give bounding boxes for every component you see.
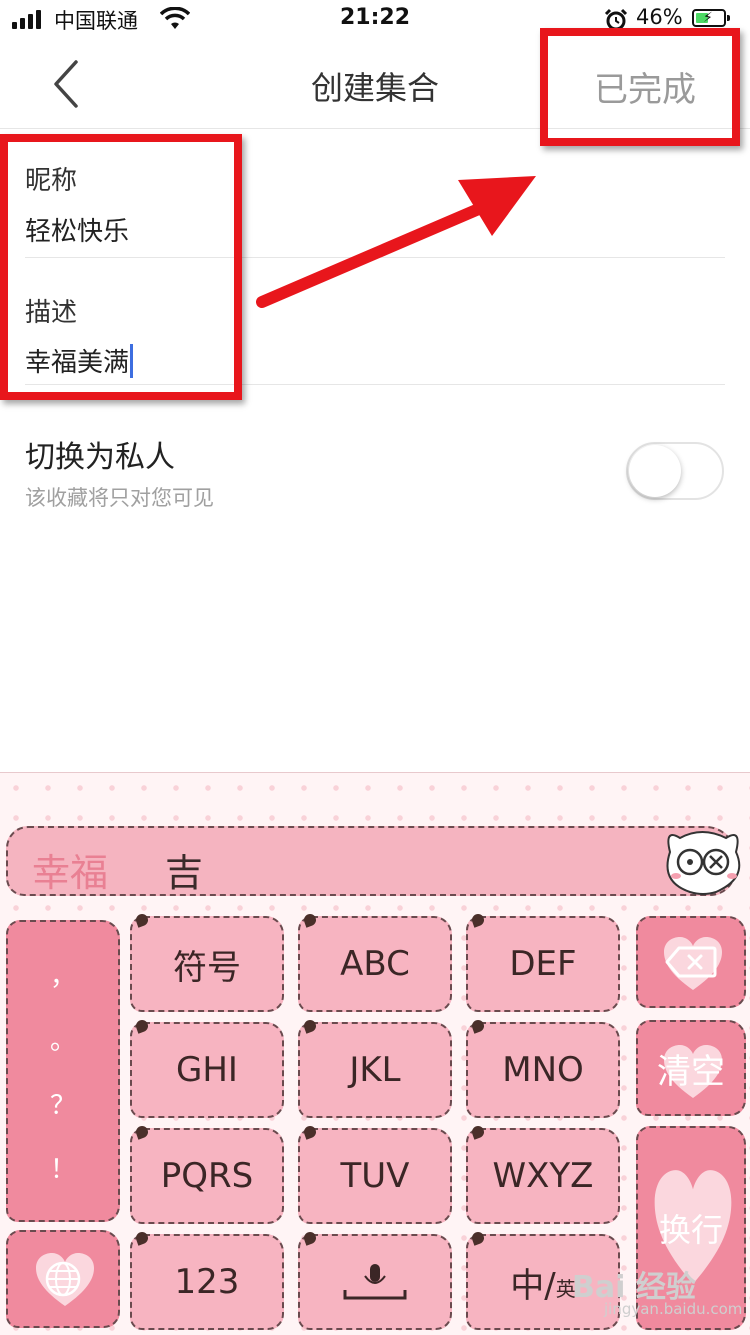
candidate-word[interactable]: 幸福	[32, 842, 108, 897]
punctuation-key[interactable]: 。	[50, 1020, 76, 1057]
key-label: 中/	[510, 1265, 556, 1306]
private-toggle-hint: 该收藏将只对您可见	[25, 486, 214, 510]
key-tuv[interactable]: TUV	[298, 1124, 452, 1224]
key-label: TUV	[340, 1156, 410, 1196]
key-def[interactable]: DEF	[466, 912, 620, 1012]
highlight-box-done	[540, 28, 740, 146]
key-pqrs[interactable]: PQRS	[130, 1124, 284, 1224]
key-wxyz[interactable]: WXYZ	[466, 1124, 620, 1224]
key-ghi[interactable]: GHI	[130, 1018, 284, 1118]
key-label: DEF	[509, 944, 577, 984]
charging-icon: ⚡	[703, 10, 713, 26]
key-voice[interactable]	[298, 1230, 452, 1330]
key-123[interactable]: 123	[130, 1230, 284, 1330]
key-abc[interactable]: ABC	[298, 912, 452, 1012]
key-label: JKL	[349, 1050, 401, 1090]
key-label: 符号	[173, 947, 241, 988]
punctuation-key[interactable]: ，	[50, 956, 76, 993]
enter-key-label: 换行	[658, 1211, 723, 1249]
key-jkl[interactable]: JKL	[298, 1018, 452, 1118]
private-toggle-label: 切换为私人	[25, 440, 175, 475]
clear-key-label: 清空	[657, 1051, 725, 1092]
key-label: GHI	[176, 1050, 238, 1090]
battery-percent: 46%	[636, 5, 683, 29]
key-label: PQRS	[160, 1156, 254, 1196]
globe-icon	[45, 1261, 81, 1297]
key-label: 123	[174, 1262, 240, 1302]
private-toggle[interactable]	[626, 442, 724, 500]
mascot-cat-icon	[666, 831, 741, 895]
battery-icon: ⚡	[692, 9, 730, 27]
punctuation-key-column[interactable]: ， 。 ？ ！	[6, 920, 120, 1222]
candidate-bar	[6, 826, 736, 896]
backspace-icon	[665, 946, 717, 978]
toggle-knob	[629, 445, 681, 497]
key-symbols[interactable]: 符号	[130, 912, 284, 1012]
globe-key[interactable]	[6, 1230, 120, 1328]
key-label: WXYZ	[492, 1156, 594, 1196]
candidate-word[interactable]: 吉	[165, 842, 203, 897]
punctuation-key[interactable]: ？	[50, 1085, 76, 1122]
key-label: MNO	[502, 1050, 584, 1090]
microphone-icon	[343, 1264, 407, 1300]
key-label: ABC	[340, 944, 410, 984]
backspace-key[interactable]	[636, 916, 746, 1008]
punctuation-key[interactable]: ！	[50, 1149, 76, 1186]
watermark-url: jingyan.baidu.com	[604, 1300, 743, 1318]
clear-key[interactable]: 清空	[636, 1020, 746, 1116]
key-mno[interactable]: MNO	[466, 1018, 620, 1118]
highlight-box-fields	[0, 134, 242, 400]
